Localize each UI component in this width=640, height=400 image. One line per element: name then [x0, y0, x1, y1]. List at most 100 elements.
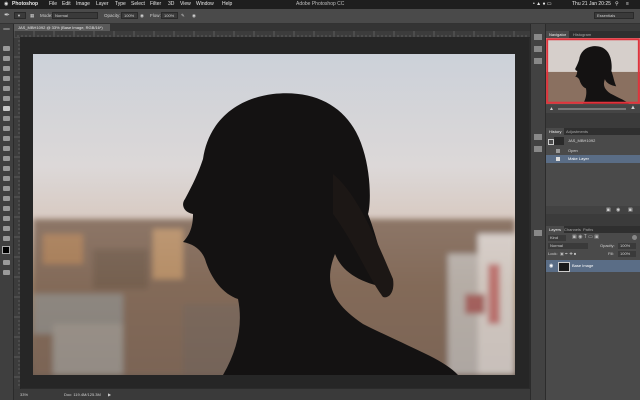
- fill-field[interactable]: 100%: [618, 251, 636, 257]
- menu-type[interactable]: Type: [115, 0, 126, 9]
- vertical-ruler[interactable]: [14, 37, 21, 389]
- menu-window[interactable]: Window: [196, 0, 214, 9]
- crop-tool-icon[interactable]: [3, 86, 10, 91]
- status-bar: 33% Doc: 119.4M/125.3M ▶: [14, 389, 530, 400]
- eraser-tool-icon[interactable]: [3, 146, 10, 151]
- foreground-color-swatch[interactable]: [2, 246, 10, 254]
- document-tab-title: JAS_MBH1092 @ 33% (Base Image, RGB/16*): [18, 25, 103, 30]
- status-menu-arrow-icon[interactable]: ▶: [108, 389, 111, 400]
- layer-filter-toggle[interactable]: [632, 235, 637, 240]
- lasso-tool-icon[interactable]: [3, 66, 10, 71]
- document-size[interactable]: Doc: 119.4M/125.3M: [64, 389, 101, 400]
- path-selection-tool-icon[interactable]: [3, 206, 10, 211]
- layers-tabs: Layers Channels Paths: [546, 226, 640, 233]
- history-panel: History Adjustments JAS_MBH1092 Open Mak…: [546, 128, 640, 214]
- brush-size-picker[interactable]: ▼: [14, 12, 26, 19]
- app-menu[interactable]: Photoshop: [12, 0, 38, 9]
- menu-3d[interactable]: 3D: [168, 0, 174, 9]
- opacity-field[interactable]: 100%: [121, 12, 138, 19]
- document-tab[interactable]: JAS_MBH1092 @ 33% (Base Image, RGB/16*): [14, 24, 110, 31]
- type-tool-icon[interactable]: [3, 196, 10, 201]
- status-icons[interactable]: • ▲ ● ▭: [533, 0, 552, 9]
- tab-histogram[interactable]: Histogram: [570, 31, 594, 38]
- tab-paths[interactable]: Paths: [580, 226, 596, 233]
- menu-help[interactable]: Help: [222, 0, 232, 9]
- new-snapshot-icon[interactable]: ◉: [616, 207, 620, 213]
- menu-layer[interactable]: Layer: [96, 0, 109, 9]
- lock-icons[interactable]: ▣ ✒ ✚ ■: [560, 251, 576, 257]
- layer-visibility-eye-icon[interactable]: ◉: [549, 260, 553, 272]
- marquee-tool-icon[interactable]: [3, 56, 10, 61]
- hand-tool-icon[interactable]: [3, 226, 10, 231]
- history-step-icon: [556, 157, 560, 161]
- layer-opacity-field[interactable]: 100%: [618, 243, 636, 249]
- document-tab-bar: JAS_MBH1092 @ 33% (Base Image, RGB/16*): [14, 24, 530, 31]
- layer-filter-kind-select[interactable]: Kind: [548, 235, 566, 241]
- zoom-out-icon[interactable]: ▲: [549, 106, 554, 112]
- blend-mode-value: Normal: [550, 243, 563, 248]
- eyedropper-tool-icon[interactable]: [3, 96, 10, 101]
- blend-mode-select[interactable]: Normal: [548, 243, 588, 249]
- pressure-size-icon[interactable]: ◉: [192, 9, 196, 23]
- zoom-tool-icon[interactable]: [3, 236, 10, 241]
- airbrush-icon[interactable]: ✎: [181, 9, 185, 23]
- layer-row-selected[interactable]: ◉ Base Image: [546, 260, 640, 272]
- brush-panel-icon[interactable]: [534, 230, 542, 236]
- tab-adjustments[interactable]: Adjustments: [563, 128, 591, 135]
- blur-tool-icon[interactable]: [3, 166, 10, 171]
- new-document-from-state-icon[interactable]: ▣: [606, 207, 611, 213]
- menu-image[interactable]: Image: [76, 0, 90, 9]
- history-snapshot[interactable]: JAS_MBH1092: [546, 136, 640, 146]
- brush-tool-preset-icon[interactable]: ✒: [4, 9, 10, 23]
- horizontal-ruler[interactable]: [14, 31, 530, 38]
- gradient-tool-icon[interactable]: [3, 156, 10, 161]
- apple-menu-icon[interactable]: ◉: [4, 0, 8, 9]
- toolbar-grip[interactable]: [3, 28, 10, 30]
- quick-mask-icon[interactable]: [3, 260, 10, 265]
- history-item[interactable]: Open: [546, 147, 640, 155]
- navigator-preview-area[interactable]: [546, 38, 640, 104]
- navigator-zoom-slider[interactable]: [558, 108, 626, 110]
- layer-name[interactable]: Base Image: [572, 260, 593, 272]
- history-brush-tool-icon[interactable]: [3, 136, 10, 141]
- tab-history[interactable]: History: [546, 128, 565, 135]
- search-icon[interactable]: ⚲: [615, 0, 619, 9]
- zoom-in-icon[interactable]: ▲: [630, 105, 636, 111]
- screen-mode-icon[interactable]: [3, 270, 10, 275]
- document-canvas[interactable]: [21, 38, 529, 388]
- workspace-switcher[interactable]: Essentials: [594, 12, 634, 19]
- styles-panel-icon[interactable]: [534, 58, 542, 64]
- toggle-brush-panel-icon[interactable]: ▦: [30, 9, 34, 23]
- move-tool-icon[interactable]: [3, 46, 10, 51]
- swatches-panel-icon[interactable]: [534, 46, 542, 52]
- history-item-selected[interactable]: Make Layer: [546, 155, 640, 163]
- shape-tool-icon[interactable]: [3, 216, 10, 221]
- character-panel-icon[interactable]: [534, 146, 542, 152]
- photo-image[interactable]: [33, 54, 515, 375]
- trash-icon[interactable]: ▣: [628, 207, 633, 213]
- flow-field[interactable]: 100%: [161, 12, 178, 19]
- menubar-clock: Thu 21 Jan 20:25: [572, 1, 611, 7]
- notification-center-icon[interactable]: ≡: [626, 0, 629, 9]
- brush-tool-icon[interactable]: [3, 106, 10, 111]
- menu-view[interactable]: View: [180, 0, 191, 9]
- layer-filter-icons[interactable]: ▣ ◉ T ▭ ▣: [572, 234, 599, 240]
- mode-label: Mode:: [40, 13, 53, 18]
- menu-select[interactable]: Select: [131, 0, 145, 9]
- menu-file[interactable]: File: [49, 0, 57, 9]
- mode-select[interactable]: Normal: [52, 12, 98, 19]
- color-panel-icon[interactable]: [534, 34, 542, 40]
- dodge-tool-icon[interactable]: [3, 176, 10, 181]
- clone-stamp-tool-icon[interactable]: [3, 126, 10, 131]
- healing-brush-tool-icon[interactable]: [3, 116, 10, 121]
- properties-panel-icon[interactable]: [534, 134, 542, 140]
- pen-tool-icon[interactable]: [3, 186, 10, 191]
- pressure-opacity-icon[interactable]: ◉: [140, 9, 144, 23]
- flow-label: Flow:: [150, 13, 161, 18]
- fill-value: 100%: [620, 251, 631, 256]
- menu-filter[interactable]: Filter: [150, 0, 161, 9]
- menu-edit[interactable]: Edit: [62, 0, 71, 9]
- zoom-level[interactable]: 33%: [20, 389, 28, 400]
- quick-selection-tool-icon[interactable]: [3, 76, 10, 81]
- tab-navigator[interactable]: Navigator: [546, 31, 570, 38]
